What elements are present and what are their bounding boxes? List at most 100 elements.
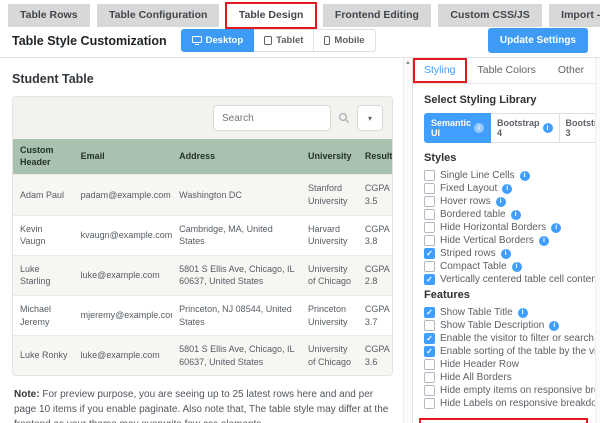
info-icon[interactable]: i bbox=[496, 197, 506, 207]
style-option-fixed-layout[interactable]: ✓ Fixed Layout i bbox=[424, 183, 588, 194]
note-label: Note: bbox=[14, 389, 40, 400]
column-header-email[interactable]: Email bbox=[74, 139, 173, 175]
tablet-button[interactable]: Tablet bbox=[254, 29, 314, 52]
checkbox[interactable]: ✓ bbox=[424, 359, 435, 370]
checkbox[interactable]: ✓ bbox=[424, 398, 435, 409]
bootstrap-3-button[interactable]: Bootstrap 3 i bbox=[560, 113, 600, 143]
style-option-hover-rows[interactable]: ✓ Hover rows i bbox=[424, 196, 588, 207]
style-option-single-line-cells[interactable]: ✓ Single Line Cells i bbox=[424, 170, 588, 181]
features-heading: Features bbox=[424, 289, 588, 301]
styling-panel: Select Styling Library Semantic UI i Boo… bbox=[413, 84, 600, 423]
scroll-up-icon[interactable]: ▲ bbox=[404, 58, 412, 68]
column-header-address[interactable]: Address bbox=[172, 139, 301, 175]
chevron-down-icon: ▾ bbox=[368, 114, 372, 123]
info-icon[interactable]: i bbox=[501, 249, 511, 259]
tablet-icon bbox=[264, 36, 272, 45]
bootstrap-4-label: Bootstrap 4 bbox=[497, 118, 540, 138]
tab-table-rows[interactable]: Table Rows bbox=[8, 4, 90, 27]
checkbox-label: Vertically centered table cell contents bbox=[440, 274, 600, 285]
cell: Adam Paul bbox=[13, 175, 74, 215]
update-settings-button[interactable]: Update Settings bbox=[488, 28, 588, 53]
sidebar-scrollbar[interactable] bbox=[595, 58, 600, 423]
info-icon[interactable]: i bbox=[549, 321, 559, 331]
check-icon: ✓ bbox=[426, 348, 433, 356]
checkbox[interactable]: ✓ bbox=[424, 196, 435, 207]
checkbox[interactable]: ✓ bbox=[424, 183, 435, 194]
styling-library-group: Semantic UI i Bootstrap 4 i Bootstrap 3 … bbox=[424, 113, 600, 143]
column-header-result[interactable]: Result bbox=[358, 139, 392, 175]
info-icon[interactable]: i bbox=[543, 123, 553, 133]
bootstrap-4-button[interactable]: Bootstrap 4 i bbox=[491, 113, 560, 143]
preview-scrollbar[interactable]: ▲ bbox=[403, 58, 412, 423]
feature-option-enable-sorting[interactable]: ✓ Enable sorting of the table by the vis… bbox=[424, 346, 588, 357]
cell: Princeton, NJ 08544, United States bbox=[172, 295, 301, 335]
feature-option-show-table-description[interactable]: ✓ Show Table Description i bbox=[424, 320, 588, 331]
check-icon: ✓ bbox=[426, 276, 433, 284]
feature-option-enable-filter-search[interactable]: ✓ Enable the visitor to filter or search… bbox=[424, 333, 588, 344]
cell: 5801 S Ellis Ave, Chicago, IL 60637, Uni… bbox=[172, 336, 301, 376]
feature-option-show-table-title[interactable]: ✓ Show Table Title i bbox=[424, 307, 588, 318]
cell: Stanford University bbox=[301, 175, 358, 215]
style-option-compact-table[interactable]: ✓ Compact Table i bbox=[424, 261, 588, 272]
info-icon[interactable]: i bbox=[474, 123, 484, 133]
style-option-hide-horizontal-borders[interactable]: ✓ Hide Horizontal Borders i bbox=[424, 222, 588, 233]
tab-table-colors[interactable]: Table Colors bbox=[467, 58, 547, 83]
style-toolbar: Table Style Customization Desktop Tablet… bbox=[0, 27, 600, 57]
style-option-hide-vertical-borders[interactable]: ✓ Hide Vertical Borders i bbox=[424, 235, 588, 246]
checkbox[interactable]: ✓ bbox=[424, 307, 435, 318]
style-option-bordered-table[interactable]: ✓ Bordered table i bbox=[424, 209, 588, 220]
checkbox[interactable]: ✓ bbox=[424, 274, 435, 285]
info-icon[interactable]: i bbox=[551, 223, 561, 233]
info-icon[interactable]: i bbox=[502, 184, 512, 194]
feature-option-hide-all-borders[interactable]: ✓ Hide All Borders i bbox=[424, 372, 588, 383]
checkbox[interactable]: ✓ bbox=[424, 261, 435, 272]
tab-import-export[interactable]: Import - Export bbox=[549, 4, 600, 27]
table-preview-pane: Student Table ▾ Custom Header Email Addr… bbox=[0, 58, 412, 423]
tab-table-configuration[interactable]: Table Configuration bbox=[97, 4, 219, 27]
info-icon[interactable]: i bbox=[511, 210, 521, 220]
checkbox[interactable]: ✓ bbox=[424, 209, 435, 220]
checkbox[interactable]: ✓ bbox=[424, 320, 435, 331]
settings-sidebar: Styling Table Colors Other Select Stylin… bbox=[412, 58, 600, 423]
checkbox[interactable]: ✓ bbox=[424, 346, 435, 357]
info-icon[interactable]: i bbox=[518, 308, 528, 318]
preview-table-card: ▾ Custom Header Email Address University… bbox=[12, 96, 393, 376]
tab-table-design[interactable]: Table Design bbox=[227, 4, 316, 27]
checkbox-label: Bordered table bbox=[440, 209, 506, 220]
table-row: Adam Paul padam@example.com Washington D… bbox=[13, 175, 392, 215]
checkbox[interactable]: ✓ bbox=[424, 372, 435, 383]
style-option-vertically-centered[interactable]: ✓ Vertically centered table cell content… bbox=[424, 274, 588, 285]
cell: CGPA 2.8 bbox=[358, 255, 392, 295]
info-icon[interactable]: i bbox=[520, 171, 530, 181]
feature-option-hide-header-row[interactable]: ✓ Hide Header Row i bbox=[424, 359, 588, 370]
checkbox[interactable]: ✓ bbox=[424, 222, 435, 233]
checkbox[interactable]: ✓ bbox=[424, 333, 435, 344]
checkbox-label: Compact Table bbox=[440, 261, 507, 272]
table-header-row: Custom Header Email Address University R… bbox=[13, 139, 392, 175]
checkbox-label: Hide empty items on responsive breakdown bbox=[440, 385, 600, 396]
checkbox[interactable]: ✓ bbox=[424, 248, 435, 259]
checkbox[interactable]: ✓ bbox=[424, 385, 435, 396]
table-options-dropdown-button[interactable]: ▾ bbox=[357, 105, 383, 131]
tab-styling[interactable]: Styling bbox=[413, 58, 467, 83]
device-switcher: Desktop Tablet Mobile bbox=[181, 29, 376, 52]
tab-custom-css-js[interactable]: Custom CSS/JS bbox=[438, 4, 541, 27]
semantic-ui-button[interactable]: Semantic UI i bbox=[424, 113, 491, 143]
info-icon[interactable]: i bbox=[539, 236, 549, 246]
column-header-university[interactable]: University bbox=[301, 139, 358, 175]
column-header-custom-header[interactable]: Custom Header bbox=[13, 139, 74, 175]
feature-option-hide-labels[interactable]: ✓ Hide Labels on responsive breakdown i bbox=[424, 398, 588, 409]
info-icon[interactable]: i bbox=[512, 262, 522, 272]
tab-frontend-editing[interactable]: Frontend Editing bbox=[323, 4, 431, 27]
checkbox-label: Hover rows bbox=[440, 196, 491, 207]
checkbox[interactable]: ✓ bbox=[424, 170, 435, 181]
styles-heading: Styles bbox=[424, 152, 588, 164]
desktop-button[interactable]: Desktop bbox=[181, 29, 254, 52]
search-input[interactable] bbox=[213, 105, 331, 131]
style-option-striped-rows[interactable]: ✓ Striped rows i bbox=[424, 248, 588, 259]
checkbox-label: Striped rows bbox=[440, 248, 496, 259]
tab-other[interactable]: Other bbox=[547, 58, 595, 83]
mobile-button[interactable]: Mobile bbox=[314, 29, 375, 52]
checkbox[interactable]: ✓ bbox=[424, 235, 435, 246]
feature-option-hide-empty-items[interactable]: ✓ Hide empty items on responsive breakdo… bbox=[424, 385, 588, 396]
